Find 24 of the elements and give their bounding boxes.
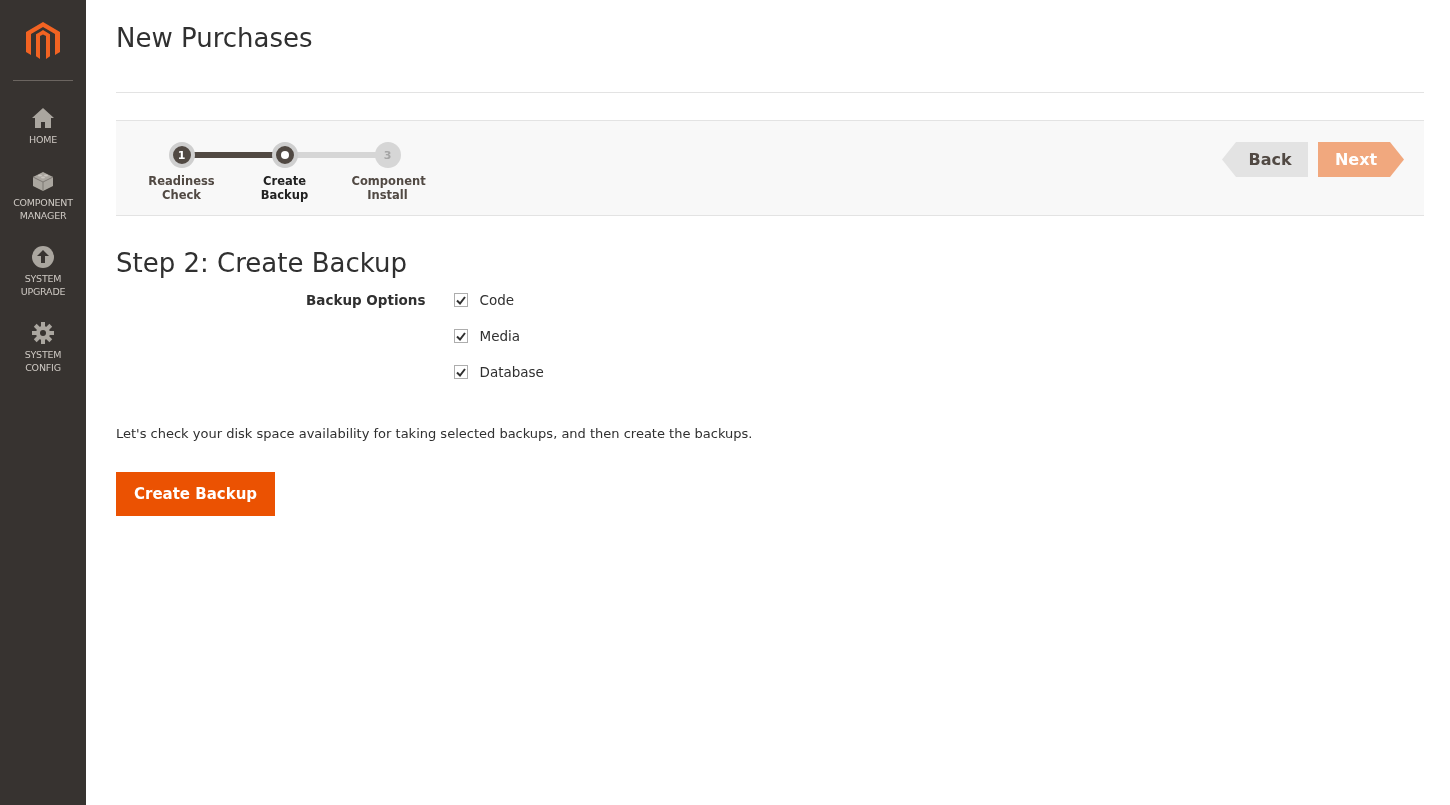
sidebar-nav-item[interactable]: SYSTEM UPGRADE [0,246,86,298]
settings-icon [32,322,54,344]
checkbox-label: Database [479,364,544,380]
home-icon [31,107,55,129]
create-backup-button[interactable]: Create Backup [116,472,276,516]
step-marker: 1 [168,142,195,168]
sidebar-nav-item[interactable]: SYSTEM CONFIG [0,322,86,374]
step-label: Component Install [351,174,424,202]
back-button[interactable]: Back [1222,142,1308,177]
logo-icon[interactable] [25,22,61,62]
checkbox[interactable] [453,293,468,307]
sidebar-nav-item[interactable]: COMPONENT MANAGER [0,170,86,222]
description-text: Let's check your disk space availability for taking selected backups, and then create the backups. [116,426,754,442]
page-title: New Purchases [116,22,314,55]
step-heading: Step 2: Create Backup [116,247,408,280]
step-label: Create Backup [259,174,310,202]
checkbox-label: Media [479,328,521,344]
checkbox-label: Code [479,292,515,308]
checkbox[interactable] [453,365,468,379]
step-label: Readiness Check [147,174,216,202]
block-icon [31,170,55,192]
field-label: Backup Options [306,292,426,308]
checkbox[interactable] [453,329,468,343]
sidebar-nav-item[interactable]: HOME [0,107,86,146]
